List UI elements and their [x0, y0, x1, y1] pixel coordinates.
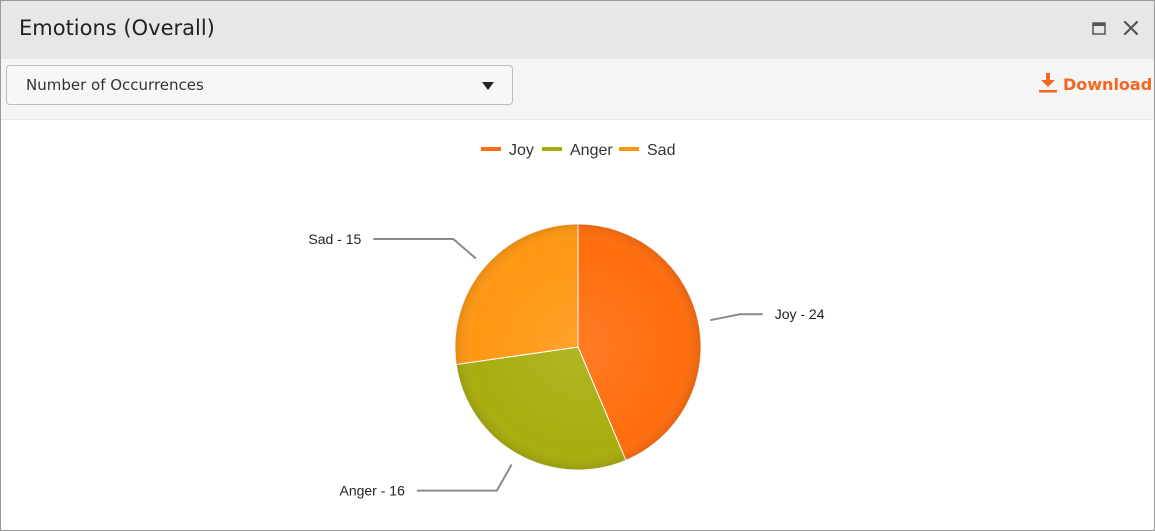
pie-slices: [454, 223, 702, 471]
data-label-sad: Sad - 15: [308, 231, 361, 247]
chart-toolbar: Number of Occurrences Download: [1, 59, 1154, 120]
legend-item-anger[interactable]: Anger: [570, 142, 613, 159]
data-label-anger: Anger - 16: [339, 483, 405, 499]
data-label-line-joy: [710, 313, 763, 322]
chart-legend: Joy Anger Sad: [481, 142, 675, 159]
legend-item-sad[interactable]: Sad: [647, 142, 675, 159]
data-label-line-anger: [416, 464, 513, 492]
metric-select[interactable]: Number of Occurrences: [6, 65, 513, 105]
download-label: Download: [1063, 75, 1153, 94]
metric-select-value: Number of Occurrences: [26, 76, 204, 94]
download-icon: [1039, 73, 1057, 93]
pie-chart: Joy Anger Sad Joy - 24 Anger - 16 Sad - 15: [308, 142, 825, 499]
chart-window: Emotions (Overall) Number of Occurrences: [0, 0, 1155, 531]
window-title: Emotions (Overall): [19, 16, 215, 40]
chart-area: Joy Anger Sad Joy - 24 Anger - 16 Sad - 15: [1, 120, 1154, 530]
data-label-line-sad: [373, 237, 477, 260]
maximize-button[interactable]: [1088, 17, 1110, 39]
data-label-joy: Joy - 24: [775, 306, 825, 322]
pie-slice-sad[interactable]: [454, 223, 579, 366]
maximize-icon: [1092, 22, 1106, 35]
close-icon: [1123, 20, 1139, 36]
title-bar: Emotions (Overall): [1, 1, 1154, 59]
close-button[interactable]: [1120, 17, 1142, 39]
caret-down-icon: [482, 82, 494, 90]
legend-item-joy[interactable]: Joy: [509, 142, 534, 159]
